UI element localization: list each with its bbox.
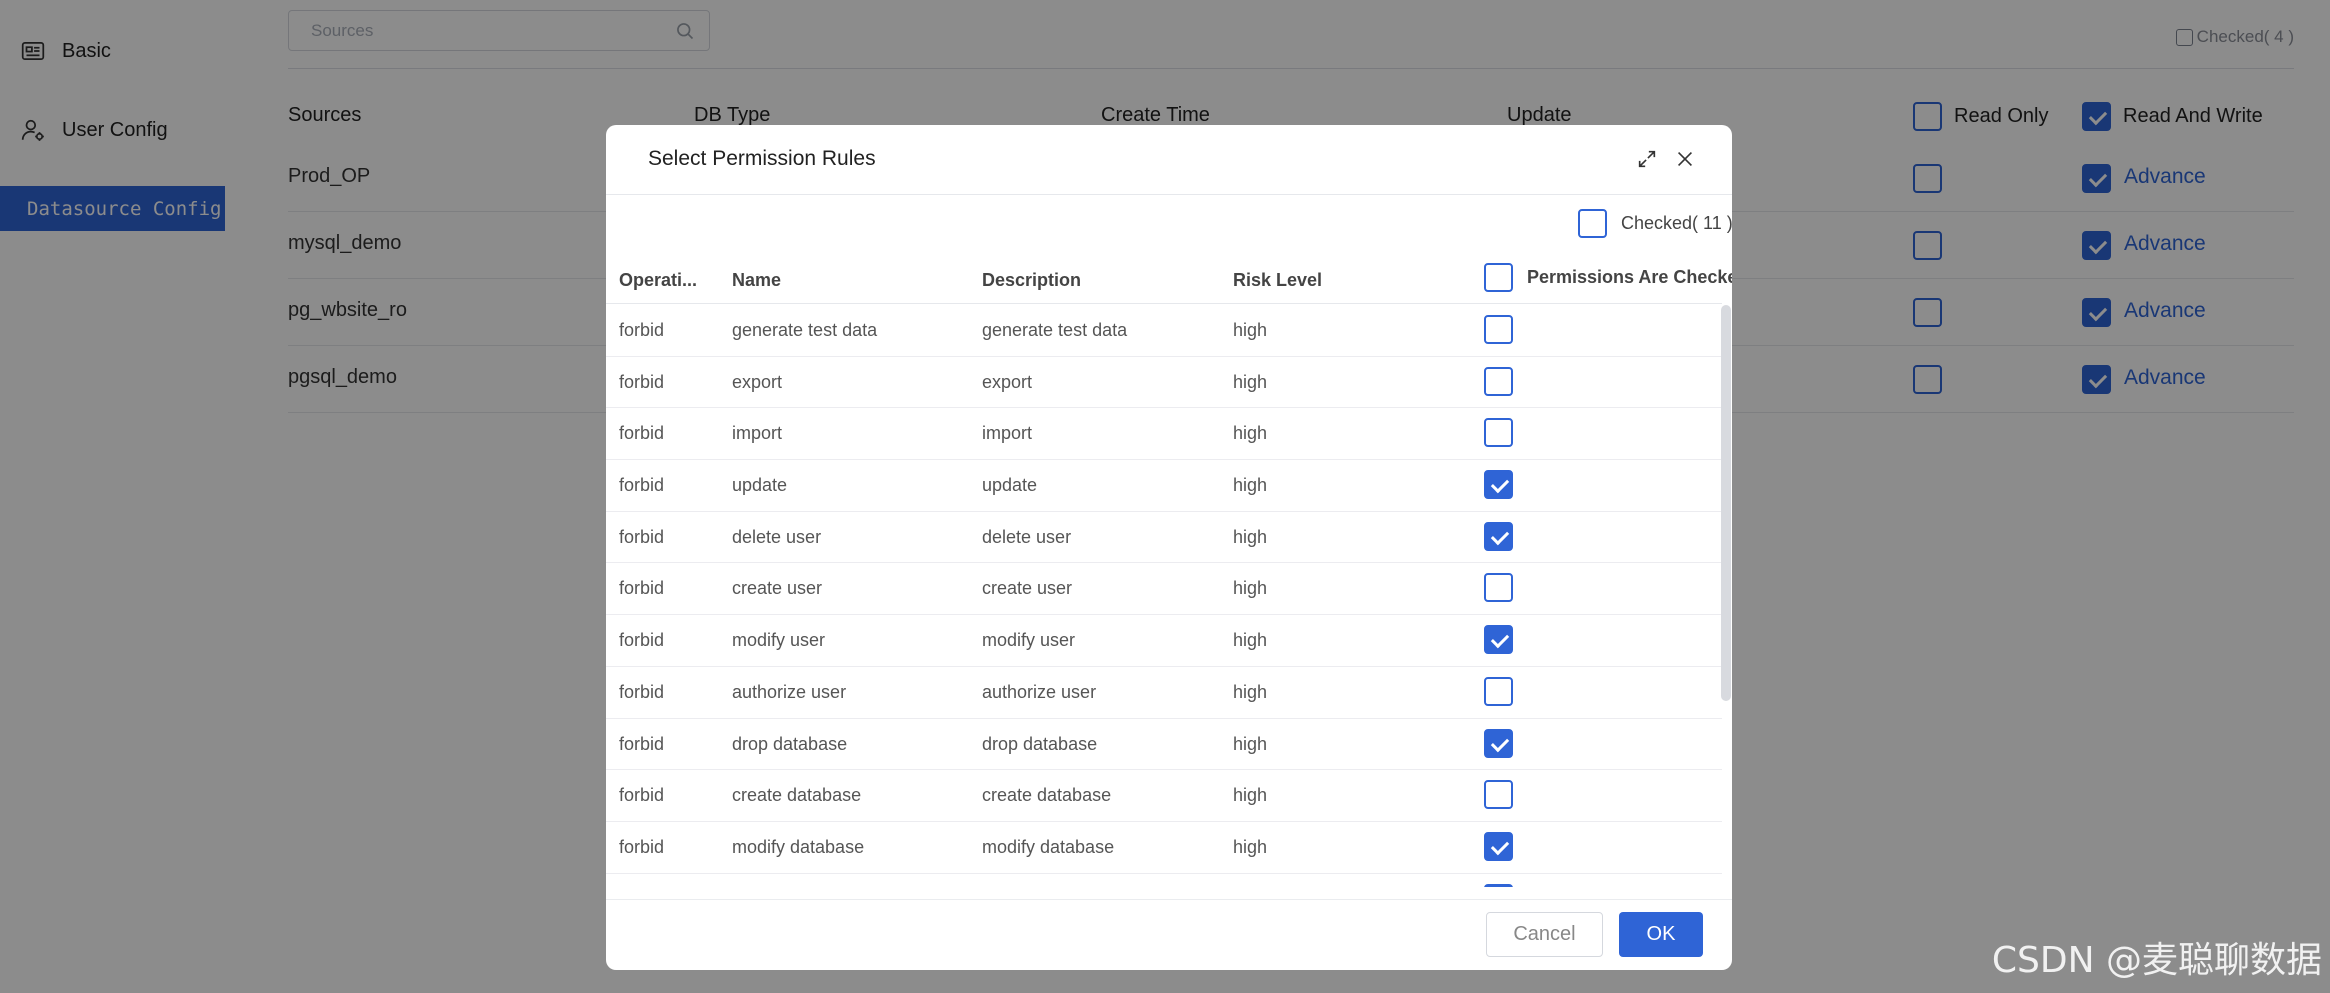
scrollbar[interactable]	[1721, 305, 1731, 701]
risk-level-cell: high	[1233, 578, 1268, 599]
permission-checkbox[interactable]	[1484, 728, 1513, 758]
table-row: forbid drop database drop database high	[606, 719, 1722, 771]
operation-cell: forbid	[619, 371, 665, 392]
risk-level-cell: high	[1233, 423, 1268, 444]
permission-checkbox[interactable]	[1484, 315, 1513, 344]
risk-level-cell: high	[1233, 475, 1268, 496]
table-row: forbid modify user modify user high	[606, 615, 1722, 667]
permission-checkbox[interactable]	[1484, 780, 1513, 810]
permission-checkbox[interactable]	[1484, 470, 1513, 500]
column-header-description: Description	[982, 270, 1082, 290]
modal-select-all-checkbox[interactable]	[1578, 209, 1607, 238]
table-row: forbid import import high	[606, 408, 1722, 461]
permission-table: Operati... Name Description Risk Level P…	[606, 256, 1732, 970]
name-cell: modify user	[732, 630, 826, 651]
name-cell: generate test data	[732, 320, 878, 340]
operation-cell: forbid	[619, 578, 665, 599]
column-header-operation: Operati...	[619, 270, 698, 290]
risk-level-cell: high	[1233, 733, 1268, 754]
table-row: forbid export export high	[606, 357, 1722, 409]
operation-cell: forbid	[619, 526, 665, 547]
risk-level-cell: high	[1233, 630, 1268, 651]
permission-checkbox[interactable]	[1484, 831, 1513, 861]
permission-all-checkbox[interactable]	[1484, 263, 1513, 292]
table-row-partial	[606, 874, 1722, 887]
permission-table-body: forbid generate test data generate test …	[606, 305, 1722, 887]
description-cell: generate test data	[982, 320, 1128, 340]
table-row: forbid create database create database h…	[606, 770, 1722, 822]
description-cell: delete user	[982, 526, 1072, 547]
description-cell: authorize user	[982, 681, 1097, 702]
ok-button[interactable]: OK	[1619, 912, 1703, 957]
expand-icon[interactable]	[1636, 148, 1658, 170]
description-cell: modify user	[982, 630, 1076, 651]
column-header-permission[interactable]: Permissions Are Checked	[1484, 263, 1732, 292]
cancel-button[interactable]: Cancel	[1486, 912, 1603, 957]
name-cell: export	[732, 371, 783, 392]
modal-header: Select Permission Rules	[606, 125, 1732, 195]
operation-cell: forbid	[619, 475, 665, 496]
risk-level-cell: high	[1233, 785, 1268, 806]
permission-rules-modal: Select Permission Rules Checked( 11 ) Op…	[606, 125, 1732, 970]
name-cell: modify database	[732, 836, 865, 857]
risk-level-cell: high	[1233, 526, 1268, 547]
operation-cell: forbid	[619, 681, 665, 702]
table-row: forbid delete user delete user high	[606, 512, 1722, 564]
table-row: forbid update update high	[606, 460, 1722, 512]
name-cell: drop database	[732, 733, 848, 754]
risk-level-cell: high	[1233, 320, 1268, 340]
risk-level-cell: high	[1233, 371, 1268, 392]
description-cell: import	[982, 423, 1033, 444]
name-cell: delete user	[732, 526, 822, 547]
column-header-name: Name	[732, 270, 782, 290]
description-cell: export	[982, 371, 1033, 392]
permission-checkbox[interactable]	[1484, 573, 1513, 603]
description-cell: create database	[982, 785, 1112, 806]
risk-level-cell: high	[1233, 681, 1268, 702]
name-cell: create user	[732, 578, 823, 599]
permission-checkbox[interactable]	[1484, 625, 1513, 655]
permission-checkbox[interactable]	[1484, 418, 1513, 448]
close-icon[interactable]	[1674, 148, 1696, 170]
table-row: forbid generate test data generate test …	[606, 305, 1722, 357]
permission-checkbox[interactable]	[1484, 676, 1513, 706]
permission-table-header: Operati... Name Description Risk Level P…	[606, 256, 1732, 304]
name-cell: authorize user	[732, 681, 847, 702]
operation-cell: forbid	[619, 836, 665, 857]
name-cell: update	[732, 475, 788, 496]
operation-cell: forbid	[619, 320, 665, 340]
description-cell: modify database	[982, 836, 1115, 857]
modal-checked-count-label: Checked( 11 )	[1621, 213, 1732, 233]
operation-cell: forbid	[619, 423, 665, 444]
permission-checkbox[interactable]	[1484, 883, 1513, 887]
name-cell: create database	[732, 785, 862, 806]
risk-level-cell: high	[1233, 836, 1268, 857]
modal-title: Select Permission Rules	[648, 147, 876, 170]
operation-cell: forbid	[619, 785, 665, 806]
table-row: forbid modify database modify database h…	[606, 822, 1722, 874]
watermark: CSDN @麦聪聊数据	[1991, 940, 2322, 981]
operation-cell: forbid	[619, 630, 665, 651]
permission-checkbox[interactable]	[1484, 366, 1513, 396]
description-cell: create user	[982, 578, 1073, 599]
modal-footer: Cancel OK	[606, 899, 1732, 970]
table-row: forbid authorize user authorize user hig…	[606, 667, 1722, 719]
modal-checked-count[interactable]: Checked( 11 )	[1578, 209, 1732, 238]
name-cell: import	[732, 423, 783, 444]
operation-cell: forbid	[619, 733, 665, 754]
column-header-risk-level: Risk Level	[1233, 270, 1323, 290]
table-row: forbid create user create user high	[606, 563, 1722, 616]
description-cell: drop database	[982, 733, 1098, 754]
column-header-label: Permissions Are Checked	[1527, 267, 1732, 287]
description-cell: update	[982, 475, 1038, 496]
permission-checkbox[interactable]	[1484, 521, 1513, 551]
